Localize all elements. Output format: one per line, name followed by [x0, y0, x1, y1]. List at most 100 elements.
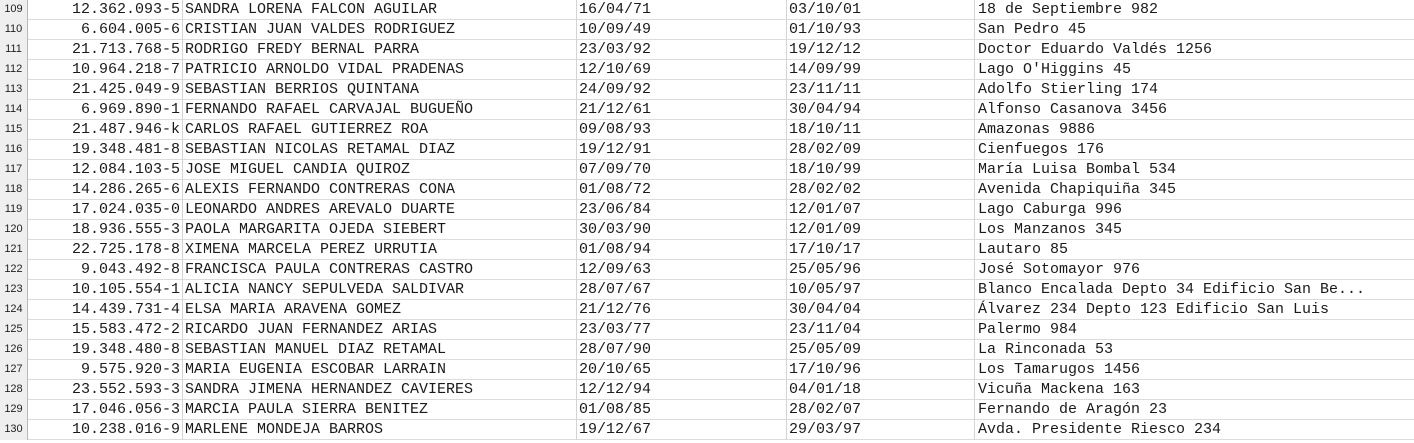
cell-address[interactable]: Doctor Eduardo Valdés 1256: [975, 40, 1414, 60]
cell-rut[interactable]: 6.604.005-6: [28, 19, 183, 40]
row-number[interactable]: 128: [0, 379, 28, 400]
table-row[interactable]: 117 12.084.103-5 JOSE MIGUEL CANDIA QUIROZ…: [0, 159, 1414, 180]
cell-address[interactable]: Avenida Chapiquiña 345: [975, 180, 1414, 200]
table-row[interactable]: 110 6.604.005-6 CRISTIAN JUAN VALDES RODRI…: [0, 19, 1414, 40]
row-number[interactable]: 130: [0, 419, 28, 440]
cell-date-2[interactable]: 12/01/07: [787, 199, 975, 220]
cell-date-1[interactable]: 12/09/63: [577, 259, 787, 280]
row-number[interactable]: 111: [0, 39, 28, 60]
table-row[interactable]: 121 22.725.178-8 XIMENA MARCELA PEREZ URRU…: [0, 239, 1414, 260]
cell-rut[interactable]: 21.425.049-9: [28, 79, 183, 100]
cell-date-1[interactable]: 23/06/84: [577, 199, 787, 220]
cell-date-1[interactable]: 23/03/92: [577, 39, 787, 60]
row-number[interactable]: 109: [0, 0, 28, 20]
cell-rut[interactable]: 17.046.056-3: [28, 399, 183, 420]
cell-address[interactable]: José Sotomayor 976: [975, 260, 1414, 280]
cell-rut[interactable]: 17.024.035-0: [28, 199, 183, 220]
table-row[interactable]: 126 19.348.480-8 SEBASTIAN MANUEL DIAZ RET…: [0, 339, 1414, 360]
cell-rut[interactable]: 19.348.480-8: [28, 339, 183, 360]
table-row[interactable]: 115 21.487.946-k CARLOS RAFAEL GUTIERREZ R…: [0, 119, 1414, 140]
row-number[interactable]: 127: [0, 359, 28, 380]
cell-name[interactable]: SEBASTIAN MANUEL DIAZ RETAMAL: [183, 339, 577, 360]
cell-date-1[interactable]: 19/12/67: [577, 419, 787, 440]
table-row[interactable]: 122 9.043.492-8 FRANCISCA PAULA CONTRERAS …: [0, 259, 1414, 280]
cell-date-2[interactable]: 30/04/04: [787, 299, 975, 320]
cell-address[interactable]: Blanco Encalada Depto 34 Edificio San Be…: [975, 280, 1414, 300]
cell-address[interactable]: Palermo 984: [975, 320, 1414, 340]
row-number[interactable]: 121: [0, 239, 28, 260]
cell-rut[interactable]: 9.043.492-8: [28, 259, 183, 280]
cell-address[interactable]: Amazonas 9886: [975, 120, 1414, 140]
cell-address[interactable]: Lautaro 85: [975, 240, 1414, 260]
cell-date-2[interactable]: 17/10/17: [787, 239, 975, 260]
row-number[interactable]: 125: [0, 319, 28, 340]
cell-name[interactable]: SEBASTIAN NICOLAS RETAMAL DIAZ: [183, 139, 577, 160]
cell-date-2[interactable]: 25/05/09: [787, 339, 975, 360]
cell-name[interactable]: RODRIGO FREDY BERNAL PARRA: [183, 39, 577, 60]
cell-name[interactable]: XIMENA MARCELA PEREZ URRUTIA: [183, 239, 577, 260]
cell-date-1[interactable]: 28/07/67: [577, 279, 787, 300]
cell-date-2[interactable]: 17/10/96: [787, 359, 975, 380]
table-row[interactable]: 114 6.969.890-1 FERNANDO RAFAEL CARVAJAL B…: [0, 99, 1414, 120]
cell-date-2[interactable]: 01/10/93: [787, 19, 975, 40]
cell-date-2[interactable]: 28/02/09: [787, 139, 975, 160]
cell-date-2[interactable]: 19/12/12: [787, 39, 975, 60]
cell-rut[interactable]: 21.487.946-k: [28, 119, 183, 140]
row-number[interactable]: 115: [0, 119, 28, 140]
cell-date-1[interactable]: 20/10/65: [577, 359, 787, 380]
cell-address[interactable]: Cienfuegos 176: [975, 140, 1414, 160]
cell-rut[interactable]: 6.969.890-1: [28, 99, 183, 120]
cell-address[interactable]: Avda. Presidente Riesco 234: [975, 420, 1414, 440]
cell-name[interactable]: RICARDO JUAN FERNANDEZ ARIAS: [183, 319, 577, 340]
cell-date-1[interactable]: 01/08/94: [577, 239, 787, 260]
cell-date-1[interactable]: 01/08/85: [577, 399, 787, 420]
cell-address[interactable]: Alfonso Casanova 3456: [975, 100, 1414, 120]
cell-rut[interactable]: 10.105.554-1: [28, 279, 183, 300]
row-number[interactable]: 114: [0, 99, 28, 120]
cell-name[interactable]: ALICIA NANCY SEPULVEDA SALDIVAR: [183, 279, 577, 300]
table-row[interactable]: 118 14.286.265-6 ALEXIS FERNANDO CONTRERAS…: [0, 179, 1414, 200]
cell-date-1[interactable]: 07/09/70: [577, 159, 787, 180]
cell-rut[interactable]: 19.348.481-8: [28, 139, 183, 160]
cell-name[interactable]: SANDRA JIMENA HERNANDEZ CAVIERES: [183, 379, 577, 400]
cell-name[interactable]: LEONARDO ANDRES AREVALO DUARTE: [183, 199, 577, 220]
row-number[interactable]: 119: [0, 199, 28, 220]
cell-name[interactable]: ELSA MARIA ARAVENA GOMEZ: [183, 299, 577, 320]
cell-address[interactable]: María Luisa Bombal 534: [975, 160, 1414, 180]
cell-date-1[interactable]: 16/04/71: [577, 0, 787, 20]
cell-date-2[interactable]: 10/05/97: [787, 279, 975, 300]
cell-date-2[interactable]: 04/01/18: [787, 379, 975, 400]
row-number[interactable]: 120: [0, 219, 28, 240]
cell-name[interactable]: MARLENE MONDEJA BARROS: [183, 419, 577, 440]
table-row[interactable]: 127 9.575.920-3 MARIA EUGENIA ESCOBAR LARR…: [0, 359, 1414, 380]
row-number[interactable]: 126: [0, 339, 28, 360]
row-number[interactable]: 118: [0, 179, 28, 200]
cell-address[interactable]: San Pedro 45: [975, 20, 1414, 40]
cell-rut[interactable]: 10.964.218-7: [28, 59, 183, 80]
row-number[interactable]: 116: [0, 139, 28, 160]
cell-name[interactable]: CRISTIAN JUAN VALDES RODRIGUEZ: [183, 19, 577, 40]
row-number[interactable]: 124: [0, 299, 28, 320]
cell-name[interactable]: MARCIA PAULA SIERRA BENITEZ: [183, 399, 577, 420]
cell-date-1[interactable]: 12/12/94: [577, 379, 787, 400]
cell-date-2[interactable]: 18/10/99: [787, 159, 975, 180]
cell-address[interactable]: Vicuña Mackena 163: [975, 380, 1414, 400]
cell-date-1[interactable]: 21/12/76: [577, 299, 787, 320]
cell-date-1[interactable]: 10/09/49: [577, 19, 787, 40]
cell-date-2[interactable]: 25/05/96: [787, 259, 975, 280]
cell-rut[interactable]: 14.286.265-6: [28, 179, 183, 200]
cell-date-1[interactable]: 28/07/90: [577, 339, 787, 360]
cell-date-2[interactable]: 03/10/01: [787, 0, 975, 20]
cell-address[interactable]: Álvarez 234 Depto 123 Edificio San Luis: [975, 300, 1414, 320]
cell-rut[interactable]: 23.552.593-3: [28, 379, 183, 400]
cell-date-2[interactable]: 29/03/97: [787, 419, 975, 440]
cell-address[interactable]: Los Tamarugos 1456: [975, 360, 1414, 380]
cell-name[interactable]: FRANCISCA PAULA CONTRERAS CASTRO: [183, 259, 577, 280]
cell-date-2[interactable]: 23/11/11: [787, 79, 975, 100]
cell-rut[interactable]: 12.362.093-5: [28, 0, 183, 20]
cell-address[interactable]: Adolfo Stierling 174: [975, 80, 1414, 100]
cell-rut[interactable]: 9.575.920-3: [28, 359, 183, 380]
cell-date-1[interactable]: 30/03/90: [577, 219, 787, 240]
table-row[interactable]: 129 17.046.056-3 MARCIA PAULA SIERRA BENIT…: [0, 399, 1414, 420]
row-number[interactable]: 113: [0, 79, 28, 100]
